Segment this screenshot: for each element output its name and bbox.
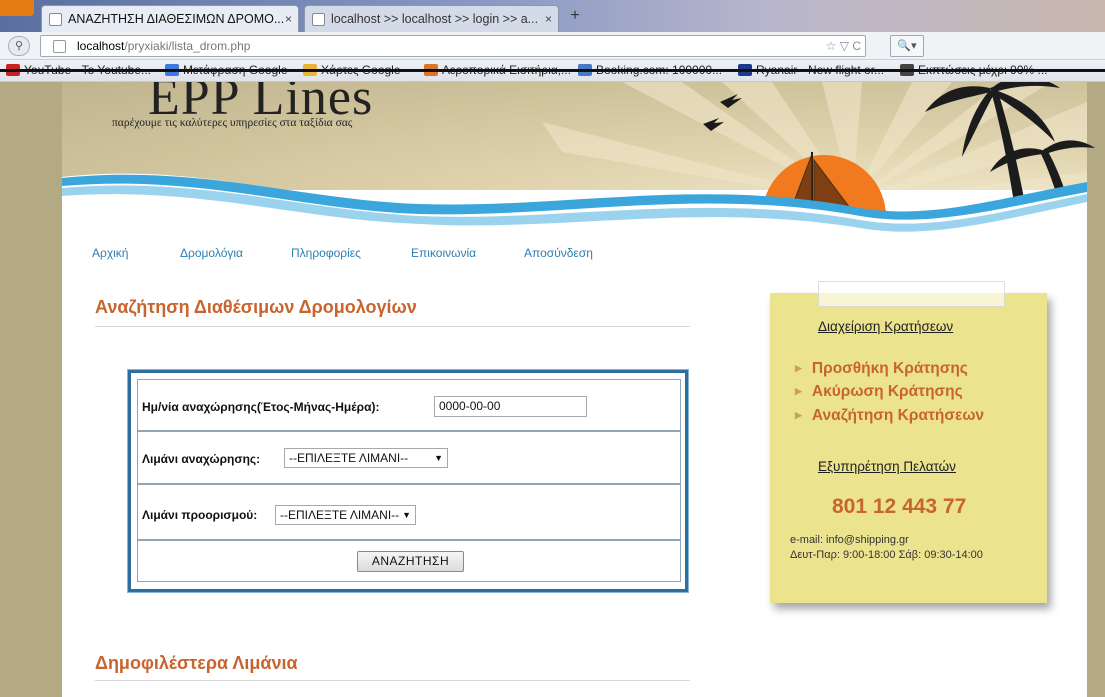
page-icon [49, 13, 62, 26]
destination-label: Λιμάνι προορισμού: [142, 508, 258, 522]
sidebar-item-search[interactable]: ▶ Αναζήτηση Κρατήσεων [795, 407, 984, 425]
page-icon [312, 13, 325, 26]
page-icon [53, 40, 66, 53]
nav-logout[interactable]: Αποσύνδεση [524, 246, 593, 260]
browser-nav-bar: ⚲ localhost/pryxiaki/lista_drom.php ☆ ▽ … [0, 32, 1105, 60]
nav-home[interactable]: Αρχική [92, 246, 128, 260]
nav-routes[interactable]: Δρομολόγια [180, 246, 243, 260]
popular-ports-heading: Δημοφιλέστερα Λιμάνια [95, 653, 298, 673]
tape-decoration [818, 281, 1005, 307]
search-button[interactable]: ΑΝΑΖΗΤΗΣΗ [357, 551, 464, 572]
tab-active[interactable]: ΑΝΑΖΗΤΗΣΗ ΔΙΑΘΕΣΙΜΩΝ ΔΡΟΜΟ... × [41, 5, 299, 32]
browser-menu-button[interactable] [0, 0, 34, 16]
destination-select[interactable]: --ΕΠΙΛΕΞΤΕ ΛΙΜΑΝΙ-- ▼ [275, 505, 416, 525]
contact-email: e-mail: info@shipping.gr [790, 534, 909, 546]
departure-row: Λιμάνι αναχώρησης: --ΕΠΙΛΕΞΤΕ ΛΙΜΑΝΙ-- ▼ [137, 431, 681, 484]
tab-label: localhost >> localhost >> login >> a... [331, 12, 539, 26]
date-row: Ημ/νία αναχώρησης(Έτος-Μήνας-Ημέρα): 000… [137, 379, 681, 431]
nav-contact[interactable]: Επικοινωνία [411, 246, 476, 260]
page-title: Αναζήτηση Διαθέσιμων Δρομολογίων [95, 297, 417, 317]
strike-line [0, 69, 1105, 72]
contact-hours: Δευτ-Παρ: 9:00-18:00 Σάβ: 09:30-14:00 [790, 549, 983, 561]
chevron-down-icon: ▼ [402, 510, 411, 520]
sidebar-item-cancel[interactable]: ▶ Ακύρωση Κράτησης [795, 383, 963, 401]
close-icon[interactable]: × [545, 12, 552, 26]
address-bar[interactable]: localhost/pryxiaki/lista_drom.php ☆ ▽ C [40, 35, 866, 57]
date-label: Ημ/νία αναχώρησης(Έτος-Μήνας-Ημέρα): [142, 400, 380, 414]
search-form: Ημ/νία αναχώρησης(Έτος-Μήνας-Ημέρα): 000… [127, 369, 689, 593]
new-tab-button[interactable]: + [563, 5, 587, 29]
browser-tab-bar: ΑΝΑΖΗΤΗΣΗ ΔΙΑΘΕΣΙΜΩΝ ΔΡΟΜΟ... × localhos… [0, 0, 1105, 32]
bullet-icon: ▶ [795, 363, 802, 373]
birds-icon [703, 94, 742, 131]
search-engine-button[interactable]: 🔍▾ [890, 35, 924, 57]
button-row: ΑΝΑΖΗΤΗΣΗ [137, 540, 681, 582]
tab-inactive[interactable]: localhost >> localhost >> login >> a... … [304, 5, 559, 32]
identity-icon[interactable]: ⚲ [8, 36, 30, 56]
bookmark-star-icon[interactable]: ☆ ▽ C [826, 36, 861, 56]
phone-number: 801 12 443 77 [832, 495, 967, 518]
bullet-icon: ▶ [795, 386, 802, 396]
url-path: /pryxiaki/lista_drom.php [124, 39, 251, 53]
destination-row: Λιμάνι προορισμού: --ΕΠΙΛΕΞΤΕ ΛΙΜΑΝΙ-- ▼ [137, 484, 681, 540]
departure-select[interactable]: --ΕΠΙΛΕΞΤΕ ΛΙΜΑΝΙ-- ▼ [284, 448, 448, 468]
departure-label: Λιμάνι αναχώρησης: [142, 452, 261, 466]
tab-label: ΑΝΑΖΗΤΗΣΗ ΔΙΑΘΕΣΙΜΩΝ ΔΡΟΜΟ... [68, 12, 285, 26]
close-icon[interactable]: × [285, 12, 292, 26]
nav-info[interactable]: Πληροφορίες [291, 246, 361, 260]
bullet-icon: ▶ [795, 410, 802, 420]
divider [95, 680, 690, 681]
date-input[interactable]: 0000-00-00 [434, 396, 587, 417]
reservations-title[interactable]: Διαχείριση Κρατήσεων [818, 319, 953, 334]
sidebar-item-add[interactable]: ▶ Προσθήκη Κράτησης [795, 360, 968, 378]
chevron-down-icon: ▼ [434, 453, 443, 463]
url-host: localhost [77, 39, 125, 53]
support-title[interactable]: Εξυπηρέτηση Πελατών [818, 459, 956, 474]
divider [95, 326, 690, 327]
